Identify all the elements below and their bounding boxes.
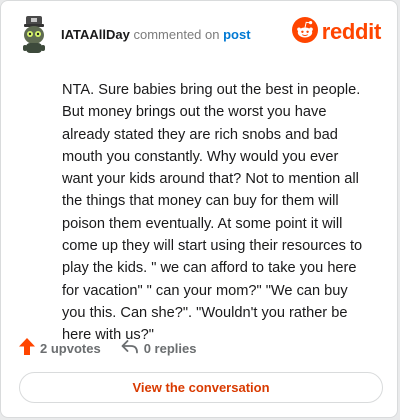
reply-count: 0 replies xyxy=(143,340,197,356)
avatar[interactable] xyxy=(17,15,51,55)
view-conversation-button[interactable]: View the conversation xyxy=(19,372,383,403)
reply-button[interactable]: 0 replies xyxy=(121,339,197,358)
reddit-logo[interactable]: reddit xyxy=(291,16,382,48)
reddit-logo-icon xyxy=(291,16,318,48)
embed-card: IATAAllDay commented on post reddit NTA.… xyxy=(0,0,398,418)
action-text: commented on xyxy=(133,27,220,42)
reddit-wordmark: reddit xyxy=(321,19,382,44)
comment-body: NTA. Sure babies bring out the best in p… xyxy=(62,82,363,344)
upvote-count: 2 upvotes xyxy=(40,340,101,356)
upvote-button[interactable]: 2 upvotes xyxy=(19,338,101,358)
post-link[interactable]: post xyxy=(223,27,250,42)
reply-arrow-icon xyxy=(121,339,144,358)
header-text: IATAAllDay commented on post xyxy=(61,27,251,42)
comment-header: IATAAllDay commented on post reddit xyxy=(17,15,381,55)
comment-actions: 2 upvotes 0 replies xyxy=(19,338,196,358)
upvote-arrow-icon xyxy=(19,338,40,358)
username[interactable]: IATAAllDay xyxy=(61,27,130,42)
